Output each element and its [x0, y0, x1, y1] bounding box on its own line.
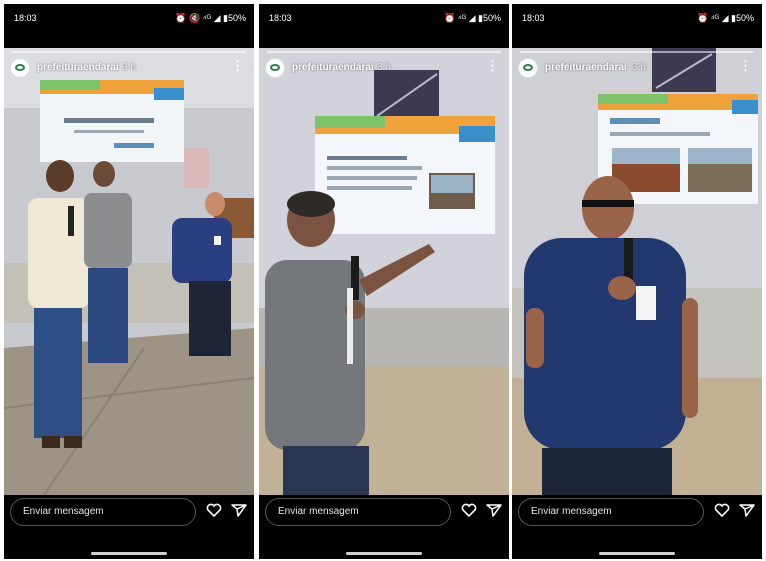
send-icon[interactable] [231, 503, 247, 517]
story-header: prefeituraendarai 3 h ⋮ [4, 58, 254, 84]
status-bar: 18:03 ⏰ ⁴ᴳ ◢ ▮50% [512, 4, 762, 32]
story-progress-bar [12, 51, 246, 53]
post-time: 3 h [122, 62, 136, 73]
more-options-icon[interactable]: ⋮ [231, 59, 244, 73]
status-icons: ⏰ ⁴ᴳ ◢ ▮50% [444, 13, 501, 23]
story-progress-bar [267, 51, 501, 53]
status-icons: ⏰ 🔇 ⁴ᴳ ◢ ▮50% [175, 13, 246, 23]
story-screen-3: 18:03 ⏰ ⁴ᴳ ◢ ▮50% prefeituraendarai 3 h … [512, 4, 762, 559]
account-name[interactable]: prefeituraendarai [292, 62, 374, 73]
heart-icon[interactable] [714, 503, 730, 517]
story-header: prefeituraendarai 3 h ⋮ [512, 58, 762, 84]
send-icon[interactable] [739, 503, 755, 517]
more-options-icon[interactable]: ⋮ [739, 59, 752, 73]
story-photo-scene [259, 48, 509, 495]
status-bar: 18:03 ⏰ 🔇 ⁴ᴳ ◢ ▮50% [4, 4, 254, 32]
story-screen-1: 18:03 ⏰ 🔇 ⁴ᴳ ◢ ▮50% prefeituraendarai 3 … [4, 4, 254, 559]
story-photo[interactable]: prefeituraendarai 3 h ⋮ [4, 48, 254, 495]
story-photo[interactable]: prefeituraendarai 3 h ⋮ [259, 48, 509, 495]
post-time: 3 h [632, 62, 646, 73]
story-screen-2: 18:03 ⏰ ⁴ᴳ ◢ ▮50% prefeituraendarai 3 h … [259, 4, 509, 559]
story-photo-scene [4, 48, 254, 495]
story-header: prefeituraendarai 3 h ⋮ [259, 58, 509, 84]
post-time: 3 h [377, 62, 391, 73]
reply-bar: Enviar mensagem [512, 495, 762, 535]
status-icons: ⏰ ⁴ᴳ ◢ ▮50% [697, 13, 754, 23]
heart-icon[interactable] [461, 503, 477, 517]
profile-avatar-icon[interactable] [265, 58, 285, 78]
send-icon[interactable] [486, 503, 502, 517]
message-input[interactable]: Enviar mensagem [518, 498, 704, 526]
reply-bar: Enviar mensagem [259, 495, 509, 535]
message-input[interactable]: Enviar mensagem [265, 498, 451, 526]
profile-avatar-icon[interactable] [10, 58, 30, 78]
status-time: 18:03 [522, 13, 545, 23]
story-photo-scene [512, 48, 762, 495]
more-options-icon[interactable]: ⋮ [486, 59, 499, 73]
status-bar: 18:03 ⏰ ⁴ᴳ ◢ ▮50% [259, 4, 509, 32]
story-photo[interactable]: prefeituraendarai 3 h ⋮ [512, 48, 762, 495]
heart-icon[interactable] [206, 503, 222, 517]
home-indicator [91, 552, 167, 555]
account-name[interactable]: prefeituraendarai [37, 62, 119, 73]
status-time: 18:03 [269, 13, 292, 23]
status-time: 18:03 [14, 13, 37, 23]
story-progress-bar [520, 51, 754, 53]
profile-avatar-icon[interactable] [518, 58, 538, 78]
home-indicator [346, 552, 422, 555]
message-input[interactable]: Enviar mensagem [10, 498, 196, 526]
reply-bar: Enviar mensagem [4, 495, 254, 535]
home-indicator [599, 552, 675, 555]
account-name[interactable]: prefeituraendarai [545, 62, 627, 73]
